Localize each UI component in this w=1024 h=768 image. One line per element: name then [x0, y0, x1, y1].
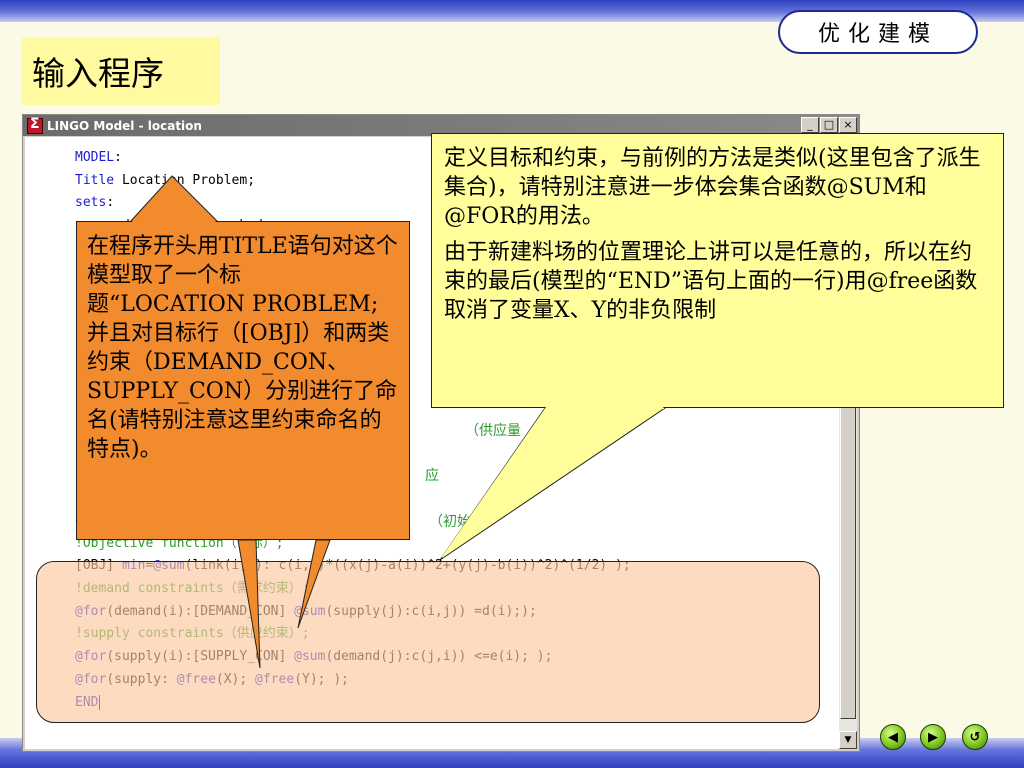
prev-slide-button[interactable]: ◀: [880, 724, 906, 750]
constraints-callout: 定义目标和约束，与前例的方法是类似(这里包含了派生集合)，请特别注意进一步体会集…: [431, 133, 1004, 408]
callout-paragraph: 定义目标和约束，与前例的方法是类似(这里包含了派生集合)，请特别注意进一步体会集…: [444, 146, 981, 229]
title-callout: 在程序开头用TITLE语句对这个模型取了一个标题“LOCATION PROBLE…: [76, 221, 410, 540]
arrow-left-icon: ◀: [888, 729, 898, 745]
return-icon: ↺: [969, 729, 981, 745]
callout-paragraph: 由于新建料场的位置理论上讲可以是任意的，所以在约束的最后(模型的“END”语句上…: [444, 240, 978, 323]
left-callout-pointer-supply: [237, 539, 261, 669]
arrow-right-icon: ▶: [928, 729, 938, 745]
next-slide-button[interactable]: ▶: [920, 724, 946, 750]
left-callout-pointer-obj: [297, 539, 331, 629]
left-callout-pointer-top: [128, 175, 220, 223]
return-button[interactable]: ↺: [962, 724, 988, 750]
right-callout-pointer: [439, 407, 667, 561]
